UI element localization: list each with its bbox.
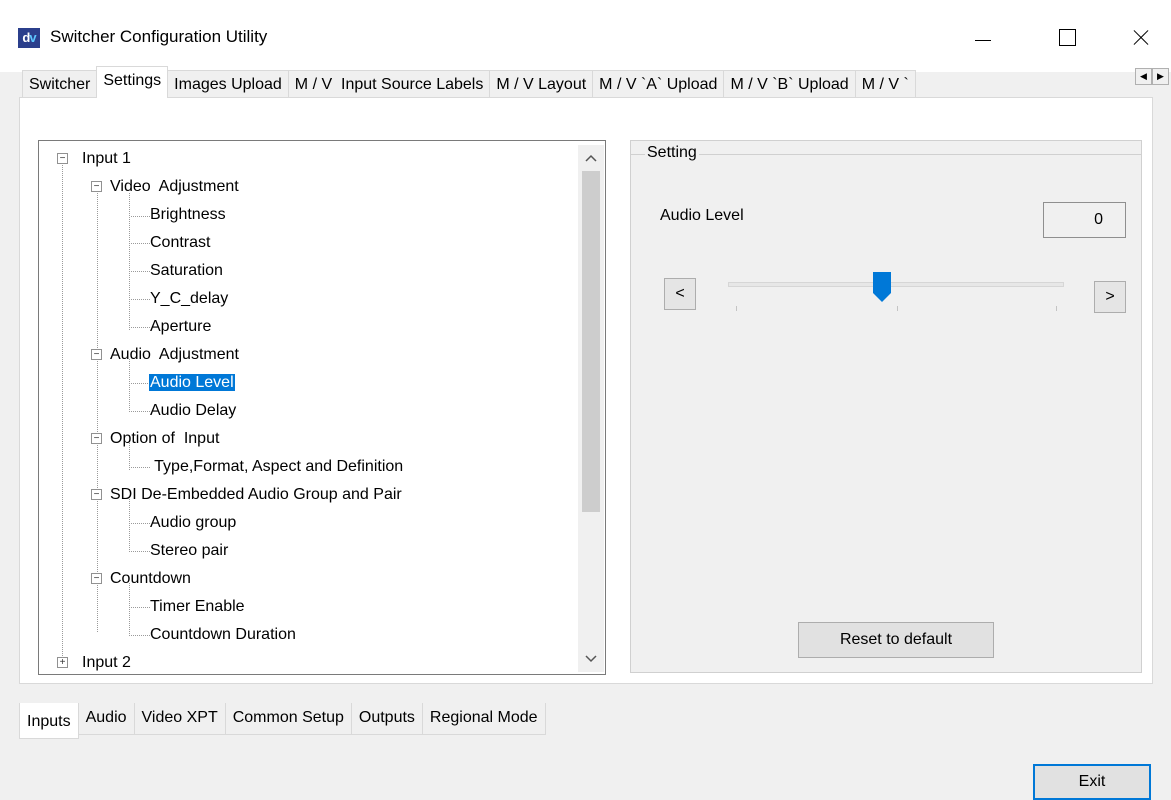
tree-node-label: Video Adjustment — [110, 178, 239, 195]
tree-leaf-saturation[interactable]: Saturation — [149, 257, 224, 284]
tab-outputs[interactable]: Outputs — [350, 703, 423, 735]
tree-node-label: Saturation — [150, 262, 223, 279]
tree-scrollbar[interactable] — [578, 145, 604, 672]
tab-switcher[interactable]: Switcher — [22, 70, 98, 98]
tree-node-option-of-input[interactable]: − Option of Input — [91, 425, 220, 452]
tree-node-label: Input 2 — [82, 654, 131, 671]
setting-divider — [630, 154, 1142, 155]
collapse-icon[interactable]: − — [91, 489, 102, 500]
tab-video-xpt[interactable]: Video XPT — [133, 703, 226, 735]
slider-tick — [1056, 306, 1057, 311]
bottom-tab-strip: Inputs Audio Video XPT Common Setup Outputs R… — [19, 703, 546, 739]
slider-track[interactable] — [728, 282, 1064, 287]
tab-audio[interactable]: Audio — [77, 703, 135, 735]
tab-regional-mode[interactable]: Regional Mode — [421, 703, 546, 735]
app-logo-icon: dv — [18, 28, 40, 48]
tab-settings[interactable]: Settings — [96, 66, 169, 98]
tree-leaf-audio-level[interactable]: Audio Level — [149, 369, 235, 396]
tree-node-video-adjustment[interactable]: − Video Adjustment — [91, 173, 240, 200]
tab-mv-b-upload[interactable]: M / V `B` Upload — [723, 70, 856, 98]
tree-node-countdown[interactable]: − Countdown — [91, 565, 192, 592]
slider-tick — [897, 306, 898, 311]
close-button[interactable] — [1117, 18, 1163, 58]
tree-leaf-contrast[interactable]: Contrast — [149, 229, 211, 256]
tree-leaf-audio-group[interactable]: Audio group — [149, 509, 237, 536]
slider-tick — [736, 306, 737, 311]
tab-scroll-left-icon[interactable]: ◀ — [1135, 68, 1152, 85]
tab-common-setup[interactable]: Common Setup — [224, 703, 352, 735]
top-tab-strip: Switcher Settings Images Upload M / V Input… — [22, 66, 1150, 98]
parameter-label: Audio Level — [660, 207, 744, 224]
collapse-icon[interactable]: − — [91, 573, 102, 584]
tree-leaf-timer-enable[interactable]: Timer Enable — [149, 593, 246, 620]
tree-leaf-audio-delay[interactable]: Audio Delay — [149, 397, 237, 424]
tab-mv-layout[interactable]: M / V Layout — [489, 70, 594, 98]
tree-leaf-countdown-duration[interactable]: Countdown Duration — [149, 621, 297, 648]
tab-mv-more[interactable]: M / V ` — [854, 70, 916, 98]
tree-node-label: Countdown — [110, 570, 191, 587]
tree-node-label: Countdown Duration — [150, 626, 296, 643]
tree-leaf-aperture[interactable]: Aperture — [149, 313, 212, 340]
tree-node-label: Audio Delay — [150, 402, 237, 419]
scroll-down-icon[interactable] — [578, 646, 604, 672]
minimize-button[interactable] — [960, 18, 1006, 58]
tab-mv-input-source-labels[interactable]: M / V Input Source Labels — [287, 70, 491, 98]
tree-node-label: Stereo pair — [150, 542, 229, 559]
collapse-icon[interactable]: − — [91, 349, 102, 360]
tree-node-label: Audio group — [150, 514, 237, 531]
tab-inputs[interactable]: Inputs — [19, 703, 79, 739]
tree-node-label: Input 1 — [82, 150, 131, 167]
tab-mv-a-upload[interactable]: M / V `A` Upload — [592, 70, 725, 98]
window-title: Switcher Configuration Utility — [50, 27, 268, 46]
tree-node-audio-adjustment[interactable]: − Audio Adjustment — [91, 341, 240, 368]
tree-node-sdi-de-embedded[interactable]: − SDI De-Embedded Audio Group and Pair — [91, 481, 403, 508]
collapse-icon[interactable]: − — [91, 433, 102, 444]
tree-node-input-2[interactable]: + Input 2 — [57, 649, 132, 674]
tree-node-label: Timer Enable — [150, 598, 245, 615]
tree-node-label: Audio Level — [149, 374, 235, 391]
tree-node-input-1[interactable]: − Input 1 — [57, 145, 132, 172]
collapse-icon[interactable]: − — [91, 181, 102, 192]
tree-leaf-y-c-delay[interactable]: Y_C_delay — [149, 285, 229, 312]
scroll-thumb[interactable] — [582, 171, 600, 512]
exit-button[interactable]: Exit — [1033, 764, 1151, 800]
tab-images-upload[interactable]: Images Upload — [167, 70, 289, 98]
tree-node-label: Brightness — [150, 206, 226, 223]
tree-node-label: Option of Input — [110, 430, 220, 447]
tab-scroll-right-icon[interactable]: ▶ — [1152, 68, 1169, 85]
reset-to-default-button[interactable]: Reset to default — [798, 622, 994, 658]
setting-group-label: Setting — [645, 144, 699, 162]
collapse-icon[interactable]: − — [57, 153, 68, 164]
increment-button[interactable]: > — [1094, 281, 1126, 313]
expand-icon[interactable]: + — [57, 657, 68, 668]
tree-node-label: SDI De-Embedded Audio Group and Pair — [110, 486, 402, 503]
tree-node-label: Y_C_delay — [150, 290, 229, 307]
tree-node-label: Contrast — [150, 234, 211, 251]
tree-node-label: Type,Format, Aspect and Definition — [150, 458, 404, 475]
tree-leaf-stereo-pair[interactable]: Stereo pair — [149, 537, 229, 564]
slider-thumb[interactable] — [872, 271, 892, 303]
settings-tree[interactable]: − Input 1 − Video Adjustment Brightness … — [38, 140, 606, 675]
scroll-up-icon[interactable] — [578, 145, 604, 171]
tree-leaf-brightness[interactable]: Brightness — [149, 201, 227, 228]
value-display: 0 — [1043, 202, 1126, 238]
tree-leaf-type-format[interactable]: Type,Format, Aspect and Definition — [149, 453, 404, 480]
tree-node-label: Audio Adjustment — [110, 346, 239, 363]
decrement-button[interactable]: < — [664, 278, 696, 310]
title-bar: dv Switcher Configuration Utility — [0, 0, 1171, 72]
maximize-button[interactable] — [1045, 18, 1091, 58]
tree-node-label: Aperture — [150, 318, 212, 335]
